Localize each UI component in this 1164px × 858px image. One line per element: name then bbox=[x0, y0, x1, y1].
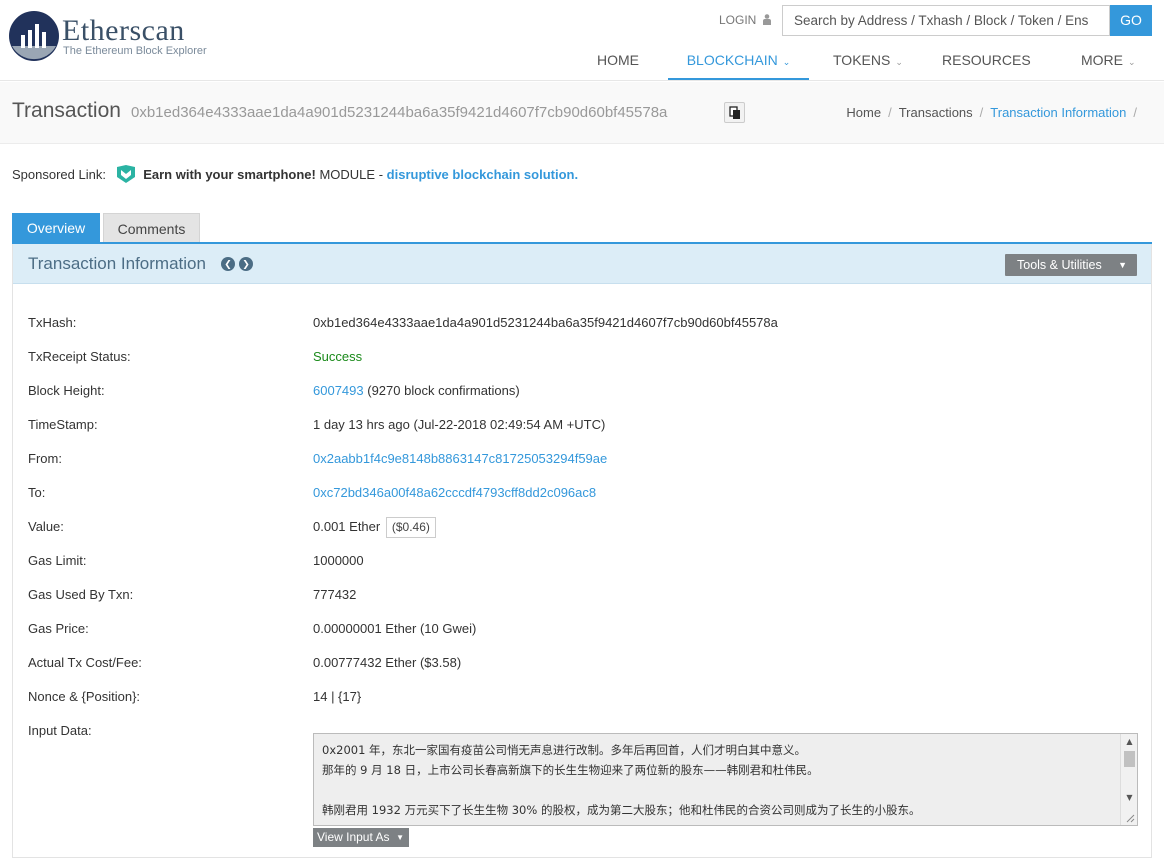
login-link[interactable]: LOGIN bbox=[719, 13, 771, 27]
ether-value: 0.001 Ether bbox=[313, 519, 381, 534]
copy-button[interactable] bbox=[724, 102, 745, 123]
row-label: Nonce & {Position}: bbox=[28, 689, 141, 704]
block-number-link[interactable]: 6007493 bbox=[313, 383, 364, 398]
row-label: Gas Used By Txn: bbox=[28, 587, 134, 602]
row-label: Gas Limit: bbox=[28, 553, 87, 568]
previous-tx-icon[interactable]: ❮ bbox=[221, 257, 235, 271]
txhash-value: 0xb1ed364e4333aae1da4a901d5231244ba6a35f… bbox=[313, 315, 778, 330]
nav-home[interactable]: HOME bbox=[597, 40, 639, 80]
row-label: From: bbox=[28, 451, 62, 466]
to-address-link[interactable]: 0xc72bd346a00f48a62cccdf4793cff8dd2c096a… bbox=[313, 485, 596, 500]
nav-more[interactable]: MORE ⌄ bbox=[1081, 40, 1136, 80]
row-label: Actual Tx Cost/Fee: bbox=[28, 655, 142, 670]
row-label: Input Data: bbox=[28, 723, 92, 738]
view-input-as-label: View Input As bbox=[317, 830, 390, 844]
next-tx-icon[interactable]: ❯ bbox=[239, 257, 253, 271]
sponsored-headline[interactable]: Earn with your smartphone! bbox=[143, 167, 316, 182]
caret-down-icon: ▼ bbox=[396, 833, 404, 842]
nav-tokens[interactable]: TOKENS ⌄ bbox=[833, 40, 903, 80]
transaction-panel: Transaction Information ❮ ❯ Tools & Util… bbox=[12, 244, 1152, 858]
page-title-bar: Transaction 0xb1ed364e4333aae1da4a901d52… bbox=[0, 82, 1164, 144]
status-value: Success bbox=[313, 349, 363, 364]
input-data-line: 韩刚君用 1932 万元买下了长生生物 30% 的股权，成为第二大股东；他和杜伟… bbox=[322, 803, 921, 817]
tab-comments[interactable]: Comments bbox=[103, 213, 200, 243]
search-input[interactable]: Search by Address / Txhash / Block / Tok… bbox=[782, 5, 1110, 36]
chevron-down-icon: ⌄ bbox=[782, 57, 791, 67]
breadcrumb-transactions[interactable]: Transactions bbox=[899, 105, 973, 120]
user-icon bbox=[762, 14, 771, 25]
row-label: TimeStamp: bbox=[28, 417, 98, 432]
sponsored-text: MODULE - bbox=[319, 167, 384, 182]
site-header: Etherscan The Ethereum Block Explorer LO… bbox=[0, 0, 1164, 81]
panel-title: Transaction Information bbox=[28, 254, 206, 273]
input-data-line bbox=[322, 780, 1107, 800]
search-go-button[interactable]: GO bbox=[1110, 5, 1152, 36]
nonce-value: 14 | {17} bbox=[313, 689, 362, 704]
view-input-as-button[interactable]: View Input As ▼ bbox=[313, 828, 409, 847]
row-label: To: bbox=[28, 485, 46, 500]
scroll-thumb[interactable] bbox=[1124, 751, 1135, 767]
resize-grip-icon[interactable] bbox=[1125, 813, 1135, 823]
tools-utilities-button[interactable]: Tools & Utilities ▼ bbox=[1005, 254, 1137, 276]
etherscan-logo-icon[interactable] bbox=[8, 10, 60, 62]
module-logo-icon bbox=[116, 165, 135, 183]
nav-tokens-label: TOKENS bbox=[833, 52, 891, 68]
chevron-down-icon: ⌄ bbox=[1128, 57, 1136, 67]
sponsored-cta-link[interactable]: disruptive blockchain solution. bbox=[387, 167, 578, 182]
login-label: LOGIN bbox=[719, 13, 757, 27]
breadcrumb-separator: / bbox=[888, 105, 892, 120]
breadcrumb-current[interactable]: Transaction Information bbox=[990, 105, 1126, 120]
nav-more-label: MORE bbox=[1081, 52, 1123, 68]
tx-fee-value: 0.00777432 Ether ($3.58) bbox=[313, 655, 462, 670]
breadcrumb-home[interactable]: Home bbox=[846, 105, 881, 120]
panel-header: Transaction Information ❮ ❯ Tools & Util… bbox=[13, 244, 1151, 284]
nav-blockchain-label: BLOCKCHAIN bbox=[686, 52, 778, 68]
tab-overview[interactable]: Overview bbox=[12, 213, 100, 243]
sponsored-label: Sponsored Link: bbox=[12, 167, 106, 182]
input-data-textarea[interactable]: 0x2001 年，东北一家国有疫苗公司悄无声息进行改制。多年后再回首，人们才明白… bbox=[313, 733, 1138, 826]
caret-down-icon: ▼ bbox=[1118, 260, 1127, 270]
input-data-line: 0x2001 年，东北一家国有疫苗公司悄无声息进行改制。多年后再回首，人们才明白… bbox=[322, 743, 807, 757]
row-label: Block Height: bbox=[28, 383, 105, 398]
nav-home-label: HOME bbox=[597, 52, 639, 68]
sponsored-link: Sponsored Link: Earn with your smartphon… bbox=[12, 165, 578, 183]
row-label: Value: bbox=[28, 519, 64, 534]
row-label: TxReceipt Status: bbox=[28, 349, 131, 364]
transaction-hash-heading: 0xb1ed364e4333aae1da4a901d5231244ba6a35f… bbox=[131, 104, 668, 121]
usd-value-badge: ($0.46) bbox=[385, 517, 436, 538]
logo-title[interactable]: Etherscan bbox=[62, 15, 185, 47]
row-label: TxHash: bbox=[28, 315, 77, 330]
gas-used-value: 777432 bbox=[313, 587, 357, 602]
breadcrumb: Home / Transactions / Transaction Informatio… bbox=[846, 105, 1144, 120]
input-data-line: 那年的 9 月 18 日，上市公司长春高新旗下的长生生物迎来了两位新的股东——韩… bbox=[322, 763, 819, 777]
gas-price-value: 0.00000001 Ether (10 Gwei) bbox=[313, 621, 477, 636]
breadcrumb-separator: / bbox=[1133, 105, 1137, 120]
nav-resources-label: RESOURCES bbox=[942, 52, 1031, 68]
gas-limit-value: 1000000 bbox=[313, 553, 364, 568]
scroll-down-icon[interactable]: ▼ bbox=[1121, 790, 1137, 805]
tools-utilities-label: Tools & Utilities bbox=[1017, 258, 1102, 272]
input-data-scrollbar[interactable]: ▲ ▼ bbox=[1120, 734, 1137, 825]
chevron-down-icon: ⌄ bbox=[895, 57, 903, 67]
nav-resources[interactable]: RESOURCES bbox=[942, 40, 1031, 80]
logo-subtitle: The Ethereum Block Explorer bbox=[63, 45, 207, 57]
copy-icon bbox=[729, 106, 740, 119]
block-confirmations: (9270 block confirmations) bbox=[367, 383, 520, 398]
breadcrumb-separator: / bbox=[979, 105, 984, 120]
page-title: Transaction bbox=[12, 99, 121, 122]
timestamp-value: 1 day 13 hrs ago (Jul-22-2018 02:49:54 A… bbox=[313, 417, 606, 432]
nav-blockchain[interactable]: BLOCKCHAIN ⌄ bbox=[668, 40, 809, 80]
scroll-up-icon[interactable]: ▲ bbox=[1121, 734, 1137, 749]
row-label: Gas Price: bbox=[28, 621, 89, 636]
from-address-link[interactable]: 0x2aabb1f4c9e8148b8863147c81725053294f59… bbox=[313, 451, 607, 466]
